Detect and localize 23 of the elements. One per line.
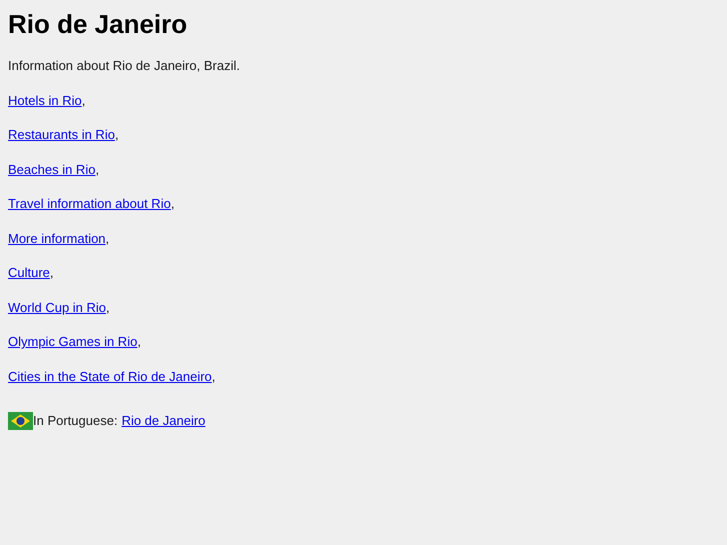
language-label: In Portuguese: [33, 412, 118, 428]
link[interactable]: More information [8, 230, 106, 246]
link[interactable]: Olympic Games in Rio [8, 334, 138, 349]
comma: , [106, 230, 110, 246]
link[interactable]: Culture [8, 265, 50, 280]
comma: , [106, 300, 110, 314]
link[interactable]: Restaurants in Rio [8, 127, 115, 142]
link[interactable]: Rio de Janeiro [122, 412, 206, 428]
link[interactable]: Beaches in Rio [8, 162, 96, 176]
link[interactable]: Hotels in Rio [8, 92, 82, 108]
flag-icon [8, 412, 33, 430]
comma: , [137, 334, 141, 349]
comma: , [50, 265, 54, 280]
comma: , [212, 368, 216, 384]
comma: , [82, 92, 86, 108]
link[interactable]: Cities in the State of Rio de Janeiro [8, 368, 212, 384]
link[interactable]: Travel information about Rio [8, 196, 171, 211]
comma: , [95, 162, 100, 176]
comma: , [114, 127, 119, 142]
page-title: Rio de Janeiro [8, 8, 188, 41]
comma: , [170, 196, 174, 211]
intro-text: Information about Rio de Janeiro, Brazil. [8, 58, 240, 73]
link[interactable]: World Cup in Rio [8, 300, 106, 314]
